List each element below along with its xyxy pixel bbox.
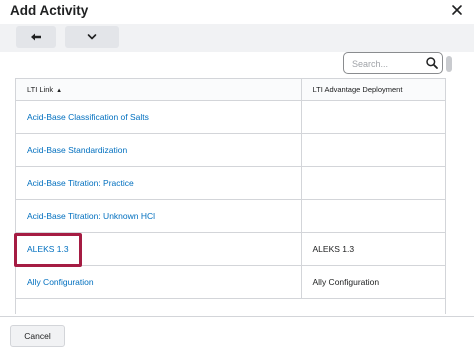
search-box (343, 52, 443, 74)
column-header-deployment: LTI Advantage Deployment (301, 79, 445, 101)
table-cell-deployment: ALEKS 1.3 (301, 232, 445, 266)
column-header-label: LTI Link (27, 84, 54, 94)
lti-link[interactable]: Acid-Base Classification of Salts (27, 112, 149, 122)
table-cell-link: Acid-Base Titration: Practice (16, 166, 302, 200)
lti-link[interactable]: Acid-Base Standardization (27, 145, 127, 155)
table-cell-link: Acid-Base Titration: Unknown HCl (16, 199, 302, 233)
column-header-label: LTI Advantage Deployment (312, 84, 403, 94)
lti-link[interactable]: Acid-Base Titration: Practice (27, 178, 134, 188)
table-header-row: LTI Link ▲ LTI Advantage Deployment (16, 79, 445, 101)
table-row: Acid-Base Titration: Practice (16, 166, 445, 200)
back-button[interactable] (16, 26, 56, 48)
sort-ascending-icon: ▲ (56, 87, 63, 94)
table-cell-link: Acid-Base Classification of Salts (16, 100, 302, 134)
table-row: Ally Configuration Ally Configuration (16, 265, 445, 299)
table-cell-deployment (301, 133, 445, 167)
more-options-button[interactable] (65, 26, 119, 48)
table-row: Acid-Base Titration: Unknown HCl (16, 199, 445, 233)
arrow-left-icon (31, 33, 41, 41)
scrollbar-thumb[interactable] (446, 56, 452, 72)
table-cell-deployment (301, 199, 445, 233)
table-cell-link: Ally Configuration (16, 265, 302, 299)
lti-link[interactable]: Ally Configuration (27, 277, 94, 287)
table-cell-deployment (301, 166, 445, 200)
table-row: Acid-Base Standardization (16, 133, 445, 167)
close-icon[interactable] (450, 3, 464, 17)
table-cell-deployment (301, 100, 445, 134)
search-input[interactable] (352, 56, 418, 71)
search-icon[interactable] (425, 56, 439, 70)
table-cell-deployment: Ally Configuration (301, 265, 445, 299)
toolbar (0, 24, 474, 52)
dialog-header: Add Activity (0, 0, 474, 24)
highlight-box (14, 233, 82, 267)
lti-link[interactable]: Acid-Base Titration: Unknown HCl (27, 211, 155, 221)
table-row: Acid-Base Classification of Salts (16, 100, 445, 134)
dialog-title: Add Activity (10, 3, 89, 18)
footer-divider (0, 316, 474, 317)
cancel-button[interactable]: Cancel (10, 325, 65, 347)
chevron-down-icon (87, 34, 97, 40)
lti-links-table: LTI Link ▲ LTI Advantage Deployment Acid-… (15, 78, 446, 314)
table-cell-link: Acid-Base Standardization (16, 133, 302, 167)
column-header-lti-link[interactable]: LTI Link ▲ (16, 79, 302, 101)
